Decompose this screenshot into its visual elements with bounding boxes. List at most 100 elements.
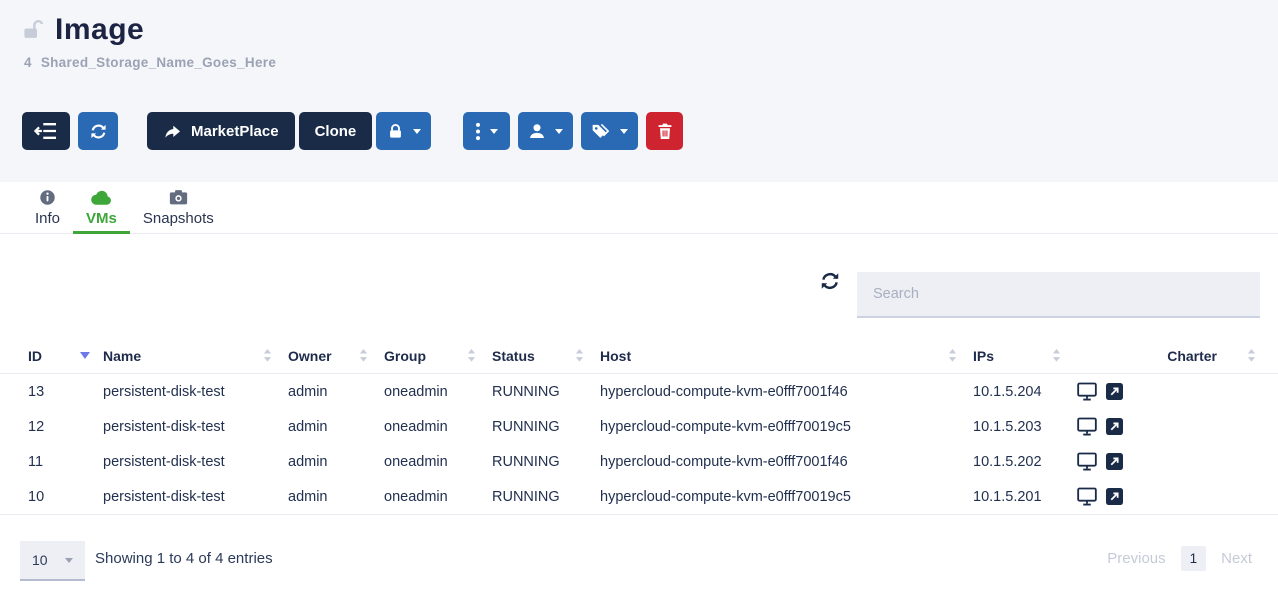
column-header-group[interactable]: Group (384, 348, 492, 364)
refresh-button[interactable] (78, 112, 118, 150)
cell-status: RUNNING (492, 489, 600, 505)
next-page-button[interactable]: Next (1221, 550, 1252, 567)
table-row[interactable]: 13persistent-disk-testadminoneadminRUNNI… (0, 374, 1278, 409)
column-label-charter: Charter (1167, 348, 1217, 364)
column-header-charter[interactable]: Charter (1135, 348, 1260, 364)
back-list-icon (34, 121, 58, 141)
cell-ips: 10.1.5.202 (973, 454, 1077, 470)
labels-dropdown-button[interactable] (581, 112, 638, 150)
external-link-icon[interactable] (1106, 418, 1123, 435)
previous-page-button[interactable]: Previous (1107, 550, 1165, 567)
refresh-icon (89, 122, 108, 141)
action-toolbar: MarketPlace Clone (22, 112, 683, 150)
more-actions-dropdown-button[interactable] (463, 112, 510, 150)
back-to-list-button[interactable] (22, 112, 70, 150)
lock-icon (387, 123, 404, 140)
column-label-ips: IPs (973, 348, 994, 364)
cell-host: hypercloud-compute-kvm-e0fff70019c5 (600, 489, 973, 505)
column-header-host[interactable]: Host (600, 348, 973, 364)
cloud-icon (90, 189, 113, 206)
monitor-icon[interactable] (1077, 487, 1097, 506)
breadcrumb: 4 Shared_Storage_Name_Goes_Here (24, 55, 276, 70)
image-name: Shared_Storage_Name_Goes_Here (41, 55, 276, 70)
unlock-icon (22, 19, 44, 41)
tags-icon (591, 122, 611, 140)
caret-down-icon (620, 129, 628, 134)
cell-name: persistent-disk-test (103, 384, 288, 400)
cell-ips: 10.1.5.201 (973, 489, 1077, 505)
cell-actions (1077, 452, 1135, 471)
sort-icon (467, 349, 476, 362)
caret-down-icon (413, 129, 421, 134)
caret-down-icon (490, 129, 498, 134)
cell-owner: admin (288, 419, 384, 435)
trash-icon (657, 122, 673, 140)
cell-owner: admin (288, 384, 384, 400)
clone-label: Clone (315, 123, 357, 140)
sort-icon (575, 349, 584, 362)
table-row[interactable]: 11persistent-disk-testadminoneadminRUNNI… (0, 444, 1278, 479)
cell-ips: 10.1.5.203 (973, 419, 1077, 435)
detail-tabs: Info VMs Snapshots (0, 182, 1278, 234)
external-link-icon[interactable] (1106, 383, 1123, 400)
lock-dropdown-button[interactable] (376, 112, 431, 150)
cell-actions (1077, 487, 1135, 506)
cell-id: 12 (28, 419, 103, 435)
monitor-icon[interactable] (1077, 417, 1097, 436)
marketplace-button[interactable]: MarketPlace (147, 112, 295, 150)
cell-id: 10 (28, 489, 103, 505)
monitor-icon[interactable] (1077, 452, 1097, 471)
column-header-status[interactable]: Status (492, 348, 600, 364)
tab-vms[interactable]: VMs (73, 182, 130, 233)
cell-owner: admin (288, 489, 384, 505)
cell-group: oneadmin (384, 384, 492, 400)
table-body: 13persistent-disk-testadminoneadminRUNNI… (0, 374, 1278, 515)
ownership-dropdown-button[interactable] (518, 112, 573, 150)
cell-owner: admin (288, 454, 384, 470)
column-header-owner[interactable]: Owner (288, 348, 384, 364)
sort-desc-icon (80, 352, 90, 359)
ellipsis-v-icon (475, 122, 481, 141)
monitor-icon[interactable] (1077, 382, 1097, 401)
tab-info[interactable]: Info (22, 182, 73, 233)
cell-host: hypercloud-compute-kvm-e0fff70019c5 (600, 419, 973, 435)
cell-host: hypercloud-compute-kvm-e0fff7001f46 (600, 454, 973, 470)
search-input[interactable] (857, 272, 1260, 318)
table-row[interactable]: 10persistent-disk-testadminoneadminRUNNI… (0, 479, 1278, 514)
page-size-select[interactable]: 10 (20, 541, 85, 581)
delete-button[interactable] (646, 112, 683, 150)
page-number-button[interactable]: 1 (1181, 546, 1207, 571)
page-title: Image (55, 13, 144, 47)
column-label-host: Host (600, 348, 631, 364)
image-detail-page: Image 4 Shared_Storage_Name_Goes_Here (0, 0, 1278, 606)
cell-status: RUNNING (492, 454, 600, 470)
cell-host: hypercloud-compute-kvm-e0fff7001f46 (600, 384, 973, 400)
camera-icon (169, 189, 188, 206)
tab-snapshots[interactable]: Snapshots (130, 182, 227, 233)
column-label-group: Group (384, 348, 426, 364)
pagination: Previous 1 Next (1107, 546, 1252, 571)
sort-icon (359, 349, 368, 362)
tab-info-label: Info (35, 210, 60, 227)
user-icon (528, 122, 546, 140)
external-link-icon[interactable] (1106, 453, 1123, 470)
entries-summary: Showing 1 to 4 of 4 entries (95, 550, 273, 567)
cell-name: persistent-disk-test (103, 419, 288, 435)
cell-name: persistent-disk-test (103, 489, 288, 505)
cell-actions (1077, 382, 1135, 401)
info-icon (39, 189, 56, 206)
column-header-name[interactable]: Name (103, 348, 288, 364)
table-row[interactable]: 12persistent-disk-testadminoneadminRUNNI… (0, 409, 1278, 444)
clone-button[interactable]: Clone (299, 112, 373, 150)
external-link-icon[interactable] (1106, 488, 1123, 505)
page-header: Image 4 Shared_Storage_Name_Goes_Here (0, 0, 1278, 182)
sort-icon (1247, 349, 1256, 362)
column-header-ips[interactable]: IPs (973, 348, 1077, 364)
caret-down-icon (555, 129, 563, 134)
table-refresh-icon[interactable] (819, 270, 841, 292)
sort-icon (948, 349, 957, 362)
column-header-id[interactable]: ID (28, 348, 103, 364)
table-header: ID Name Owner Group Status Host IPs (0, 338, 1278, 374)
share-icon (163, 123, 182, 140)
tab-vms-label: VMs (86, 210, 117, 227)
